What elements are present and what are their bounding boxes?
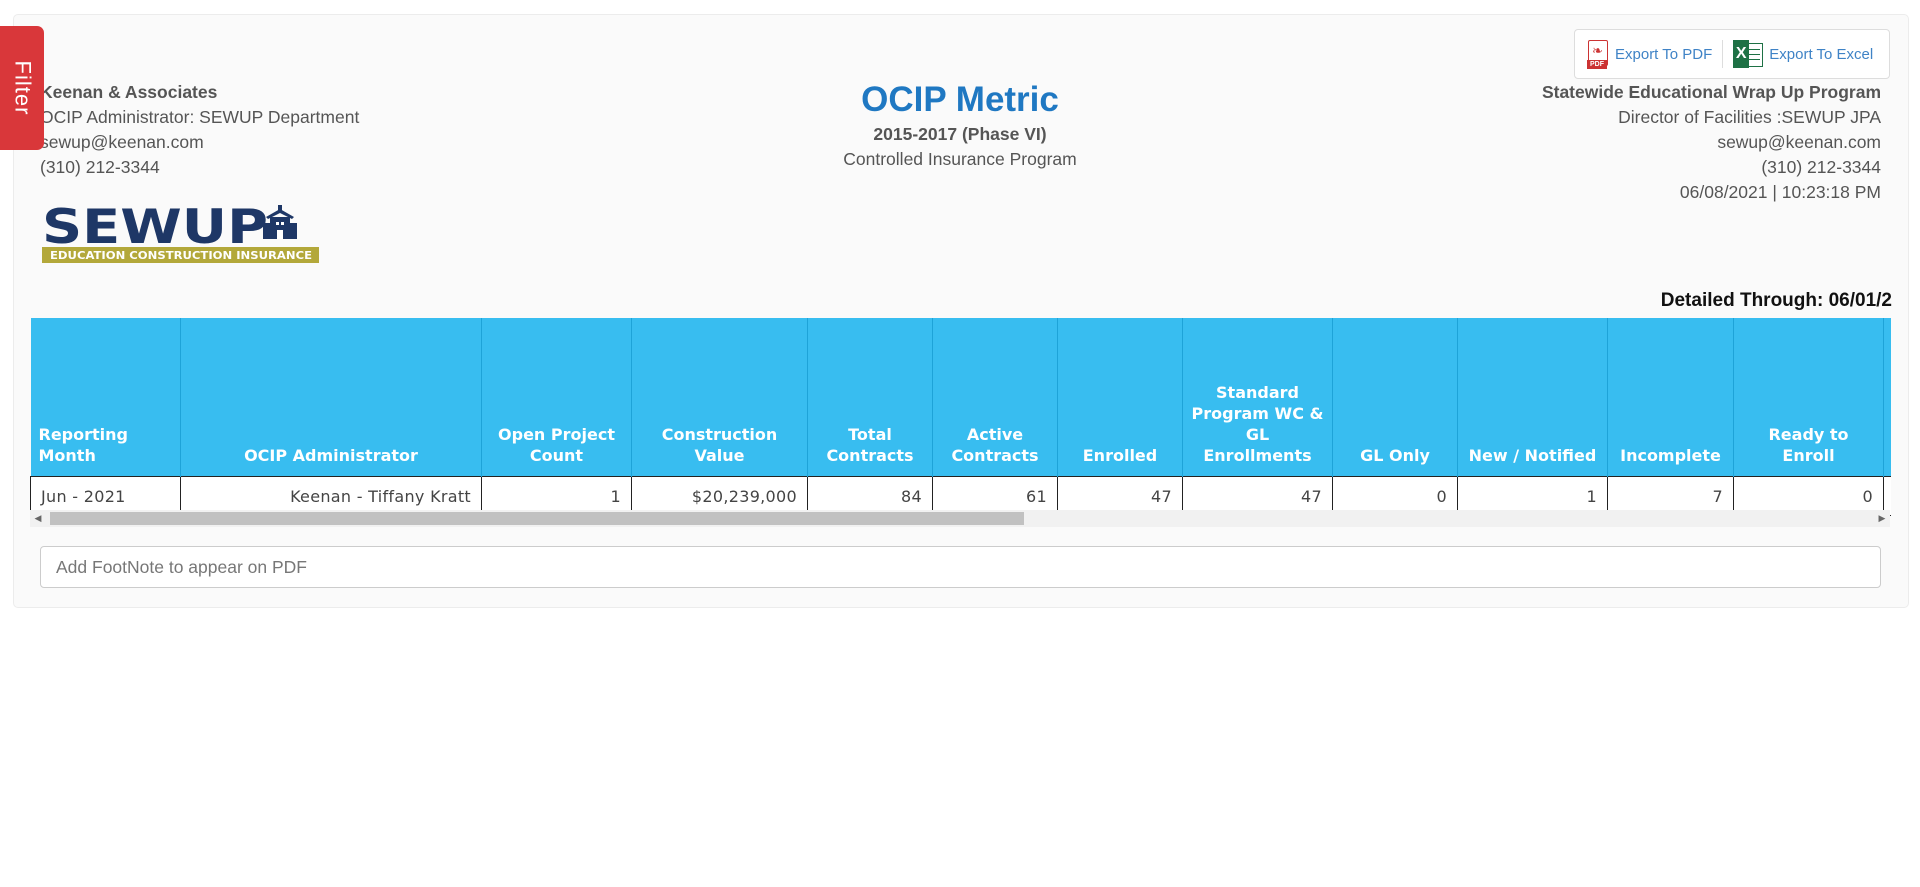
col-gl-only[interactable]: GL Only: [1332, 318, 1458, 477]
administrator-phone: (310) 212-3344: [40, 157, 160, 177]
filter-label: Filter: [10, 60, 36, 116]
sewup-logo: SEWUP EDUCATION CONSTRUCTION INSURANCE: [42, 203, 319, 263]
phase-subtitle: 2015-2017 (Phase VI): [873, 124, 1047, 144]
col-total-contracts[interactable]: Total Contracts: [807, 318, 933, 477]
table-header-row: Reporting Month OCIP Administrator Open …: [30, 318, 1891, 477]
report-datetime: 06/08/2021 | 10:23:18 PM: [1679, 182, 1881, 202]
administrator-role: OCIP Administrator: SEWUP Department: [40, 107, 360, 127]
pdf-icon: ❧ PDF: [1585, 39, 1609, 69]
col-standard-program-enrollments[interactable]: Standard Program WC & GL Enrollments: [1182, 318, 1333, 477]
schoolhouse-icon: [263, 205, 297, 239]
col-reporting-month[interactable]: Reporting Month: [30, 318, 181, 477]
filter-tab[interactable]: Filter: [0, 26, 44, 150]
scroll-left-icon[interactable]: ◀: [30, 510, 46, 527]
program-phone: (310) 212-3344: [1761, 157, 1881, 177]
col-open-project-count[interactable]: Open Project Count: [481, 318, 632, 477]
export-toolbar: ❧ PDF Export To PDF X Export To Excel: [1574, 29, 1890, 79]
export-pdf-label: Export To PDF: [1615, 45, 1713, 63]
col-overflow: [1883, 318, 1891, 477]
program-email: sewup@keenan.com: [1717, 132, 1881, 152]
administrator-email: sewup@keenan.com: [40, 132, 204, 152]
col-active-contracts[interactable]: Active Contracts: [932, 318, 1058, 477]
export-pdf-button[interactable]: ❧ PDF Export To PDF: [1575, 30, 1722, 78]
col-incomplete[interactable]: Incomplete: [1607, 318, 1734, 477]
metric-table: Reporting Month OCIP Administrator Open …: [30, 318, 1891, 516]
company-name: Keenan & Associates: [40, 82, 218, 102]
page-title: OCIP Metric: [861, 80, 1059, 119]
program-title: Statewide Educational Wrap Up Program: [1541, 82, 1881, 102]
program-role: Director of Facilities :SEWUP JPA: [1618, 107, 1881, 127]
col-new-notified[interactable]: New / Notified: [1457, 318, 1608, 477]
export-excel-label: Export To Excel: [1769, 45, 1874, 63]
program-info: Statewide Educational Wrap Up Program Di…: [1542, 80, 1881, 205]
horizontal-scrollbar[interactable]: ◀ ▶: [30, 510, 1890, 527]
col-ready-to-enroll[interactable]: Ready to Enroll: [1733, 318, 1884, 477]
program-name: Controlled Insurance Program: [843, 149, 1077, 169]
report-heading: OCIP Metric 2015-2017 (Phase VI) Control…: [780, 78, 1140, 172]
svg-text:EDUCATION CONSTRUCTION INSURAN: EDUCATION CONSTRUCTION INSURANCE: [50, 249, 312, 262]
excel-icon: X: [1733, 40, 1764, 68]
metric-table-container: Reporting Month OCIP Administrator Open …: [30, 318, 1891, 528]
col-construction-value[interactable]: Construction Value: [631, 318, 808, 477]
scrollbar-thumb[interactable]: [50, 512, 1024, 525]
col-ocip-administrator[interactable]: OCIP Administrator: [180, 318, 482, 477]
footnote-input[interactable]: [40, 546, 1881, 588]
detailed-through-label: Detailed Through: 06/01/2: [1660, 290, 1892, 311]
administrator-info: Keenan & Associates OCIP Administrator: …: [40, 80, 359, 180]
col-enrolled[interactable]: Enrolled: [1057, 318, 1183, 477]
export-excel-button[interactable]: X Export To Excel: [1723, 30, 1883, 78]
scroll-right-icon[interactable]: ▶: [1874, 510, 1890, 527]
